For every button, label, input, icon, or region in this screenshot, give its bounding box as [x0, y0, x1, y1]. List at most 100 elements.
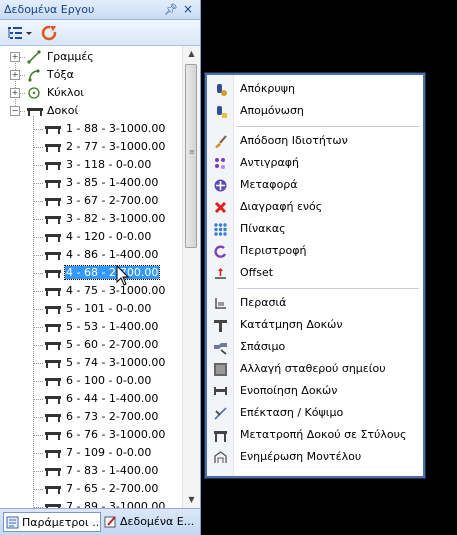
tree-item-beam[interactable]: 6 - 73 - 2-700.00	[0, 408, 182, 426]
tree-item-beam[interactable]: 4 - 68 - 2-700.00	[0, 264, 182, 282]
menu-item-break[interactable]: Σπάσιμο	[207, 337, 423, 357]
pin-icon[interactable]: 📌︎	[164, 3, 178, 16]
tree-group[interactable]: − Δοκοί	[0, 102, 182, 120]
tree-group-label: Κύκλοι	[47, 86, 85, 99]
tree-item-beam[interactable]: 3 - 85 - 1-400.00	[0, 174, 182, 192]
tree-item-label: 7 - 109 - 0-0.00	[66, 446, 152, 459]
beam-icon	[44, 429, 62, 441]
tree-item-beam[interactable]: 1 - 88 - 3-1000.00	[0, 120, 182, 138]
dropdown-arrow-icon[interactable]	[25, 24, 33, 42]
tab-parameters[interactable]: Παράμετροι ...	[3, 512, 101, 532]
project-tree[interactable]: + Γραμμές + Τόξα + Κύκλοι − Δοκοί 1 - 88 - 3-100…	[0, 46, 182, 508]
expand-icon[interactable]: +	[10, 88, 20, 98]
tab-project-data[interactable]: Δεδομένα Ε...	[102, 512, 198, 532]
tree-item-beam[interactable]: 5 - 60 - 2-700.00	[0, 336, 182, 354]
tree-item-label: 6 - 76 - 3-1000.00	[66, 428, 166, 441]
collapse-icon[interactable]: −	[10, 106, 20, 116]
tree-item-beam[interactable]: 4 - 86 - 1-400.00	[0, 246, 182, 264]
tree-line	[33, 381, 43, 382]
project-data-panel: Δεδομένα Εργου 📌︎ × + Γραμμές + Τόξα + Κύκλοι…	[0, 0, 201, 535]
tree-line	[33, 147, 43, 148]
beam-icon	[44, 285, 62, 297]
tree-item-beam[interactable]: 4 - 75 - 3-1000.00	[0, 282, 182, 300]
panel-title: Δεδομένα Εργου	[4, 3, 95, 16]
alignment-icon	[213, 296, 228, 311]
menu-item-isolate[interactable]: Απομόνωση	[207, 101, 423, 121]
scroll-thumb[interactable]: ≡	[185, 64, 197, 248]
tree-item-beam[interactable]: 7 - 89 - 3-1000.00	[0, 498, 182, 508]
tree-item-label: 3 - 67 - 2-700.00	[66, 194, 159, 207]
menu-item-rotate[interactable]: Περιστροφή	[207, 241, 423, 261]
menu-item-label: Περασιά	[240, 296, 287, 309]
menu-item-array[interactable]: Πίνακας	[207, 219, 423, 239]
tree-item-label: 1 - 88 - 3-1000.00	[66, 122, 166, 135]
menu-item-offset[interactable]: Offset	[207, 263, 423, 283]
tree-item-beam[interactable]: 6 - 76 - 3-1000.00	[0, 426, 182, 444]
expand-icon[interactable]: +	[10, 52, 20, 62]
tree-line	[33, 201, 43, 202]
menu-item-alignment[interactable]: Περασιά	[207, 293, 423, 313]
tree-item-label: 7 - 65 - 2-700.00	[66, 482, 159, 495]
list-filter-icon[interactable]	[6, 24, 24, 42]
beam-icon	[44, 465, 62, 477]
extend-trim-icon	[213, 406, 228, 421]
hide-icon	[213, 82, 228, 97]
tree-item-label: 3 - 118 - 0-0.00	[66, 158, 152, 171]
menu-item-convert-column[interactable]: Μετατροπή Δοκού σε Στύλους	[207, 425, 423, 445]
scroll-up-icon[interactable]: ▲	[183, 46, 200, 62]
refresh-icon[interactable]	[40, 24, 58, 42]
beam-icon	[44, 393, 62, 405]
menu-item-label: Αλλαγή σταθερού σημείου	[240, 362, 386, 375]
circle-icon	[26, 85, 44, 99]
tree-group[interactable]: + Τόξα	[0, 66, 182, 84]
tree-item-beam[interactable]: 3 - 118 - 0-0.00	[0, 156, 182, 174]
tree-item-label: 5 - 74 - 3-1000.00	[66, 356, 166, 369]
tree-line	[33, 255, 43, 256]
tree-item-beam[interactable]: 5 - 53 - 1-400.00	[0, 318, 182, 336]
tree-item-beam[interactable]: 7 - 109 - 0-0.00	[0, 444, 182, 462]
tree-scrollbar[interactable]: ▲ ≡ ▼	[182, 46, 200, 508]
menu-item-merge-beams[interactable]: Ενοποίηση Δοκών	[207, 381, 423, 401]
expand-icon[interactable]: +	[10, 70, 20, 80]
menu-item-extend-trim[interactable]: Επέκταση / Κόψιμο	[207, 403, 423, 423]
beam-icon	[44, 141, 62, 153]
scroll-down-icon[interactable]: ▼	[183, 492, 200, 508]
tree-item-beam[interactable]: 7 - 65 - 2-700.00	[0, 480, 182, 498]
tree-item-label: 6 - 73 - 2-700.00	[66, 410, 159, 423]
tree-line	[33, 453, 43, 454]
menu-item-delete[interactable]: Διαγραφή ενός	[207, 197, 423, 217]
menu-item-split-beam[interactable]: Κατάτμηση Δοκών	[207, 315, 423, 335]
tree-item-beam[interactable]: 3 - 67 - 2-700.00	[0, 192, 182, 210]
project-data-icon	[104, 515, 117, 528]
menu-separator	[237, 126, 419, 127]
tree-item-beam[interactable]: 5 - 74 - 3-1000.00	[0, 354, 182, 372]
tree-line	[33, 273, 43, 274]
tree-line	[33, 291, 43, 292]
close-icon[interactable]: ×	[183, 2, 193, 16]
menu-item-label: Μεταφορά	[240, 178, 298, 191]
tree-group[interactable]: + Γραμμές	[0, 48, 182, 66]
context-menu: Απόκρυψη Απομόνωση Απόδοση Ιδιοτήτων Αντιγρ…	[205, 73, 425, 478]
menu-item-label: Ενοποίηση Δοκών	[240, 384, 338, 397]
menu-item-move[interactable]: Μεταφορά	[207, 175, 423, 195]
menu-item-update-model[interactable]: Ενημέρωση Μοντέλου	[207, 447, 423, 467]
tree-item-label: 5 - 60 - 2-700.00	[66, 338, 159, 351]
tree-group[interactable]: + Κύκλοι	[0, 84, 182, 102]
tree-item-label: 3 - 85 - 1-400.00	[66, 176, 159, 189]
menu-item-hide[interactable]: Απόκρυψη	[207, 79, 423, 99]
tree-item-beam[interactable]: 5 - 101 - 0-0.00	[0, 300, 182, 318]
tree-item-beam[interactable]: 3 - 82 - 3-1000.00	[0, 210, 182, 228]
mouse-cursor-icon	[116, 264, 130, 287]
tree-item-beam[interactable]: 6 - 100 - 0-0.00	[0, 372, 182, 390]
menu-item-copy[interactable]: Αντιγραφή	[207, 153, 423, 173]
tree-item-beam[interactable]: 4 - 120 - 0-0.00	[0, 228, 182, 246]
tree-item-beam[interactable]: 7 - 83 - 1-400.00	[0, 462, 182, 480]
menu-item-fixed-point[interactable]: Αλλαγή σταθερού σημείου	[207, 359, 423, 379]
parameters-icon	[6, 516, 19, 529]
brush-icon	[213, 134, 228, 149]
menu-item-brush[interactable]: Απόδοση Ιδιοτήτων	[207, 131, 423, 151]
tree-item-beam[interactable]: 6 - 44 - 1-400.00	[0, 390, 182, 408]
beam-icon	[44, 267, 62, 279]
tree-item-beam[interactable]: 2 - 77 - 3-1000.00	[0, 138, 182, 156]
tab-parameters-label: Παράμετροι ...	[22, 516, 101, 529]
